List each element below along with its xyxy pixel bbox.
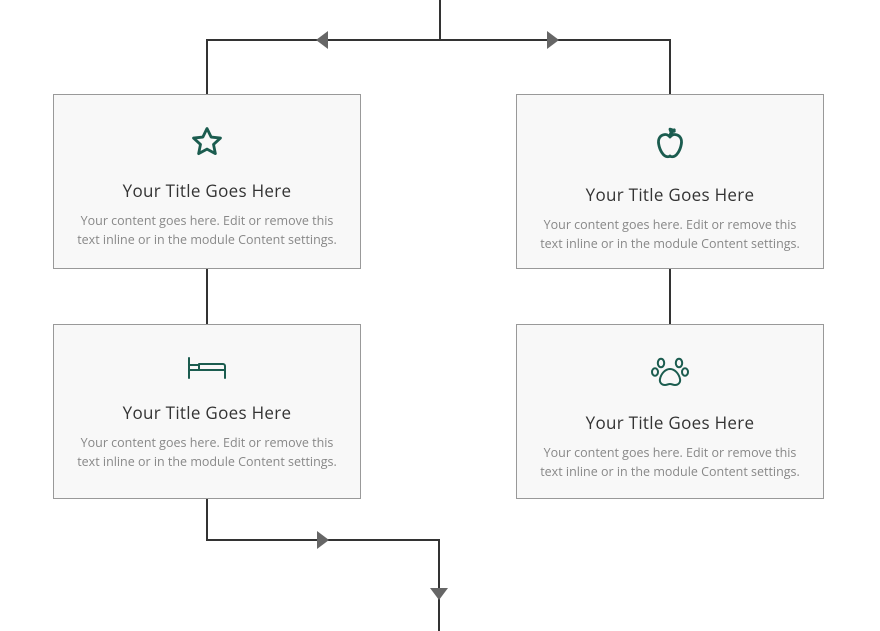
flowchart-stage: Your Title Goes Here Your content goes h…: [0, 0, 880, 631]
connector-line: [206, 39, 670, 41]
apple-icon: [539, 125, 801, 163]
connector-line: [439, 0, 441, 41]
connector-line: [669, 39, 671, 94]
connector-line: [206, 269, 208, 325]
flow-card-star: Your Title Goes Here Your content goes h…: [53, 94, 361, 269]
flow-card-bed: Your Title Goes Here Your content goes h…: [53, 324, 361, 499]
card-title: Your Title Goes Here: [76, 401, 338, 424]
card-title: Your Title Goes Here: [539, 183, 801, 206]
card-title: Your Title Goes Here: [539, 411, 801, 434]
card-body: Your content goes here. Edit or remove t…: [539, 216, 801, 254]
card-body: Your content goes here. Edit or remove t…: [76, 434, 338, 472]
bed-icon: [76, 355, 338, 381]
arrow-down-icon: [430, 588, 448, 600]
arrow-left-icon: [316, 31, 328, 49]
connector-line: [206, 499, 208, 541]
connector-line: [669, 269, 671, 325]
card-title: Your Title Goes Here: [76, 179, 338, 202]
arrow-right-icon: [547, 31, 559, 49]
flow-card-apple: Your Title Goes Here Your content goes h…: [516, 94, 824, 269]
flow-card-paw: Your Title Goes Here Your content goes h…: [516, 324, 824, 499]
connector-line: [206, 39, 208, 94]
connector-line: [438, 539, 440, 631]
star-icon: [76, 125, 338, 159]
arrow-right-icon: [317, 531, 329, 549]
paw-icon: [539, 355, 801, 391]
card-body: Your content goes here. Edit or remove t…: [76, 212, 338, 250]
card-body: Your content goes here. Edit or remove t…: [539, 444, 801, 482]
